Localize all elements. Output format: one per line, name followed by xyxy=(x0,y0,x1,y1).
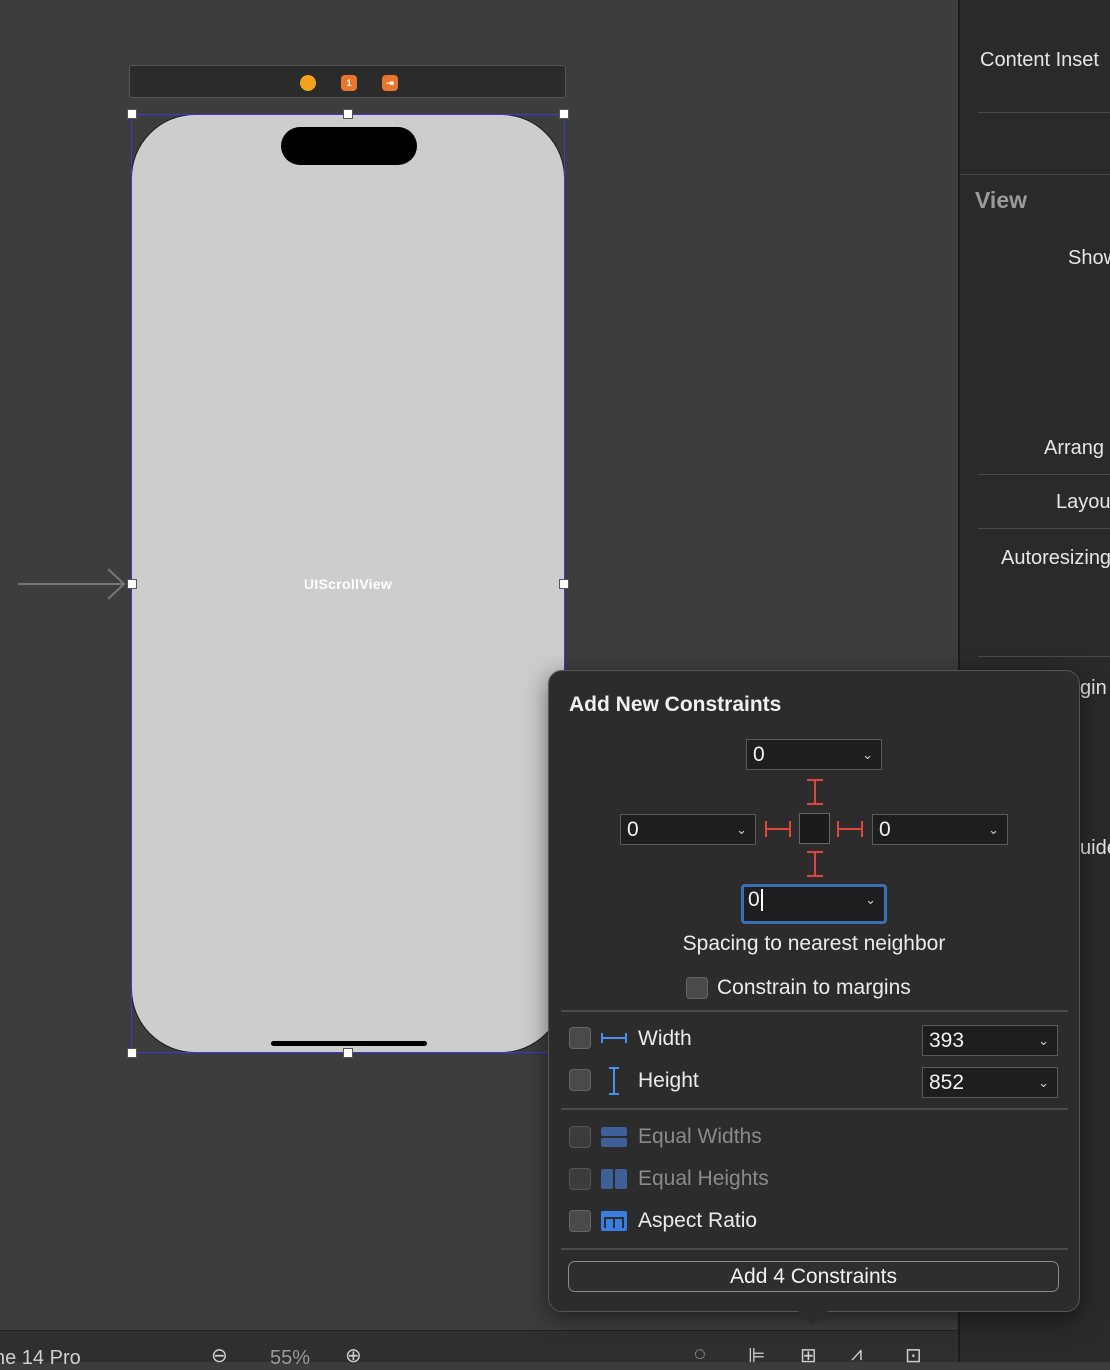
chevron-down-icon[interactable]: ⌄ xyxy=(1038,1068,1049,1097)
chevron-down-icon[interactable]: ⌄ xyxy=(862,740,873,769)
embed-in-icon[interactable]: ⊡ xyxy=(905,1343,922,1368)
popover-title: Add New Constraints xyxy=(569,693,782,716)
zoom-out-icon[interactable]: ⊖ xyxy=(211,1343,228,1368)
arrange-label: Arrang xyxy=(1044,437,1105,459)
text-caret xyxy=(760,889,763,912)
zoom-level: 55% xyxy=(270,1347,311,1369)
inspector-divider xyxy=(978,656,1110,657)
spacing-caption: Spacing to nearest neighbor xyxy=(682,932,946,955)
resize-handle-left[interactable] xyxy=(127,579,137,589)
aspect-ratio-icon xyxy=(601,1211,627,1231)
content-inset-label: Content Inset xyxy=(980,49,1099,71)
layout-label: Layou xyxy=(1056,491,1110,513)
equal-heights-icon xyxy=(601,1169,627,1189)
top-strut-cap xyxy=(807,803,823,805)
chevron-down-icon[interactable]: ⌄ xyxy=(736,815,747,844)
equal-widths-icon xyxy=(601,1127,627,1147)
add-constraints-icon[interactable]: ⊞ xyxy=(800,1343,817,1368)
height-icon xyxy=(609,1067,619,1095)
device-selector[interactable]: ne 14 Pro xyxy=(0,1347,81,1370)
width-value: 393 xyxy=(929,1029,965,1052)
first-responder-icon[interactable]: 1 xyxy=(341,75,357,91)
inspector-divider xyxy=(978,112,1110,113)
resize-handle-top[interactable] xyxy=(343,109,353,119)
leading-strut-cap xyxy=(789,821,791,837)
chevron-down-icon[interactable]: ⌄ xyxy=(865,887,876,912)
height-value-field[interactable]: 852 ⌄ xyxy=(922,1067,1058,1098)
popover-divider xyxy=(561,1010,1068,1012)
height-label: Height xyxy=(638,1069,699,1092)
width-label: Width xyxy=(638,1027,692,1050)
equal-widths-label: Equal Widths xyxy=(638,1125,762,1148)
autoresizing-label: Autoresizing xyxy=(1001,547,1110,569)
top-spacing-field[interactable]: 0 ⌄ xyxy=(746,739,882,770)
canvas-bottom-bar: ne 14 Pro ⊖ 55% ⊕ ◌ ⊫ ⊞ ⩘ ⊡ xyxy=(0,1330,958,1369)
resize-handle-right[interactable] xyxy=(559,579,569,589)
exit-icon[interactable]: ⇥ xyxy=(382,75,398,91)
trailing-spacing-field[interactable]: 0 ⌄ xyxy=(872,814,1008,845)
popover-arrow xyxy=(797,1310,829,1326)
aspect-ratio-checkbox[interactable] xyxy=(569,1210,591,1232)
equal-heights-checkbox[interactable] xyxy=(569,1168,591,1190)
height-value: 852 xyxy=(929,1071,965,1094)
resize-handle-bottom-left[interactable] xyxy=(127,1048,137,1058)
resize-handle-top-left[interactable] xyxy=(127,109,137,119)
resize-handle-bottom[interactable] xyxy=(343,1048,353,1058)
constrain-margins-label: Constrain to margins xyxy=(717,976,911,999)
scene-dock: 1 ⇥ xyxy=(129,65,566,98)
inspector-divider xyxy=(978,474,1110,475)
constraint-target-box xyxy=(799,813,830,844)
bottom-strut-cap xyxy=(807,875,823,877)
width-value-field[interactable]: 393 ⌄ xyxy=(922,1025,1058,1056)
bottom-strut[interactable] xyxy=(814,851,816,877)
bottom-spacing-value: 0 xyxy=(748,888,760,911)
height-checkbox[interactable] xyxy=(569,1069,591,1091)
section-divider xyxy=(960,174,1110,175)
trailing-strut-cap xyxy=(861,821,863,837)
popover-divider xyxy=(561,1248,1068,1250)
leading-spacing-value: 0 xyxy=(627,818,639,841)
guides-label: uide xyxy=(1080,837,1110,859)
align-icon[interactable]: ⊫ xyxy=(748,1343,765,1368)
trailing-spacing-value: 0 xyxy=(879,818,891,841)
margins-label: gin xyxy=(1080,677,1107,699)
entry-point-arrow-icon[interactable] xyxy=(18,567,130,601)
resolve-issues-icon[interactable]: ⩘ xyxy=(851,1343,862,1366)
leading-spacing-field[interactable]: 0 ⌄ xyxy=(620,814,756,845)
update-frames-icon[interactable]: ◌ xyxy=(694,1343,706,1366)
top-strut[interactable] xyxy=(814,779,816,805)
bottom-spacing-field[interactable]: 0 ⌄ xyxy=(741,884,887,924)
inspector-divider xyxy=(978,528,1110,529)
chevron-down-icon[interactable]: ⌄ xyxy=(988,815,999,844)
add-constraints-button[interactable]: Add 4 Constraints xyxy=(568,1261,1059,1292)
constrain-margins-checkbox[interactable] xyxy=(686,977,708,999)
trailing-strut[interactable] xyxy=(837,828,863,830)
view-controller-icon[interactable] xyxy=(300,75,316,91)
equal-widths-checkbox[interactable] xyxy=(569,1126,591,1148)
view-section-title: View xyxy=(975,187,1027,213)
leading-strut[interactable] xyxy=(765,828,791,830)
aspect-ratio-label: Aspect Ratio xyxy=(638,1209,758,1232)
equal-heights-label: Equal Heights xyxy=(638,1167,769,1190)
resize-handle-top-right[interactable] xyxy=(559,109,569,119)
width-icon xyxy=(601,1033,627,1043)
zoom-in-icon[interactable]: ⊕ xyxy=(345,1343,362,1368)
add-constraints-popover: Add New Constraints 0 ⌄ 0 ⌄ 0 ⌄ 0 ⌄ Spac… xyxy=(548,670,1080,1312)
selection-outline xyxy=(131,114,565,1053)
show-label: Show xyxy=(1068,247,1110,269)
width-checkbox[interactable] xyxy=(569,1027,591,1049)
top-spacing-value: 0 xyxy=(753,743,765,766)
popover-divider xyxy=(561,1108,1068,1110)
chevron-down-icon[interactable]: ⌄ xyxy=(1038,1026,1049,1055)
